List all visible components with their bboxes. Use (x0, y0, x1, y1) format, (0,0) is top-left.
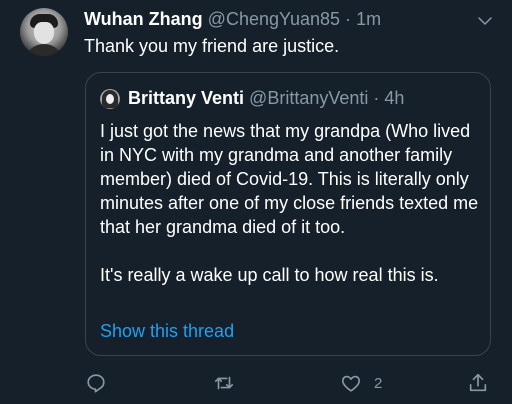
separator-dot: · (345, 9, 352, 29)
avatar-face (34, 22, 54, 44)
like-count: 2 (374, 374, 383, 392)
share-icon (469, 373, 487, 392)
quoted-author-handle: @BrittanyVenti (249, 88, 369, 108)
quoted-paragraph-2: It's really a wake up call to how real t… (100, 265, 439, 285)
reply-button[interactable] (85, 372, 107, 394)
author-handle[interactable]: @ChengYuan85 (208, 9, 340, 29)
avatar[interactable] (20, 8, 68, 56)
quoted-avatar-face (106, 94, 114, 104)
tweet[interactable]: Wuhan Zhang @ChengYuan85 · 1m Thank you … (0, 0, 512, 404)
show-thread-link[interactable]: Show this thread (100, 321, 234, 342)
like-button[interactable]: 2 (340, 372, 382, 394)
quoted-paragraph-1: I just got the news that my grandpa (Who… (100, 121, 479, 237)
quoted-body: I just got the news that my grandpa (Who… (100, 119, 485, 287)
quoted-header: Brittany Venti @BrittanyVenti · 4h (128, 88, 404, 109)
tweet-time[interactable]: 1m (356, 9, 381, 29)
retweet-icon (214, 376, 234, 390)
chevron-down-icon[interactable] (476, 12, 494, 30)
tweet-text: Thank you my friend are justice. (84, 36, 340, 56)
reply-icon (87, 374, 105, 393)
author-name[interactable]: Wuhan Zhang (84, 9, 203, 29)
share-button[interactable] (467, 372, 489, 394)
heart-icon (341, 375, 361, 392)
quoted-avatar[interactable] (100, 89, 120, 109)
quoted-author-name: Brittany Venti (128, 88, 245, 108)
quoted-separator-dot: · (373, 88, 380, 108)
tweet-header: Wuhan Zhang @ChengYuan85 · 1m (84, 9, 381, 30)
quoted-time: 4h (384, 88, 405, 108)
retweet-button[interactable] (213, 372, 235, 394)
quoted-tweet[interactable]: Brittany Venti @BrittanyVenti · 4h I jus… (85, 72, 491, 356)
action-bar: 2 (0, 372, 512, 396)
avatar-body (24, 44, 64, 56)
